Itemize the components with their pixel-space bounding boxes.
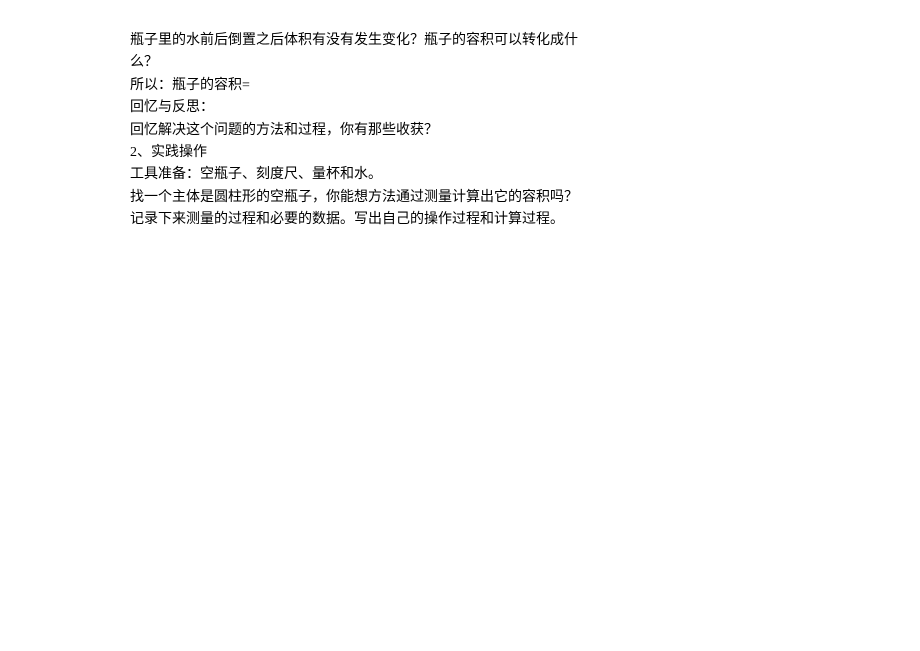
text-line: 记录下来测量的过程和必要的数据。写出自己的操作过程和计算过程。 (130, 209, 650, 231)
text-line: 瓶子里的水前后倒置之后体积有没有发生变化？瓶子的容积可以转化成什 (130, 30, 650, 52)
text-line: 么？ (130, 52, 650, 74)
document-content: 瓶子里的水前后倒置之后体积有没有发生变化？瓶子的容积可以转化成什 么？ 所以：瓶… (130, 30, 650, 232)
text-line: 工具准备：空瓶子、刻度尺、量杯和水。 (130, 164, 650, 186)
text-line: 2、实践操作 (130, 142, 650, 164)
text-line: 回忆解决这个问题的方法和过程，你有那些收获？ (130, 120, 650, 142)
text-line: 回忆与反思： (130, 97, 650, 119)
text-line: 找一个主体是圆柱形的空瓶子，你能想方法通过测量计算出它的容积吗？ (130, 187, 650, 209)
text-line: 所以：瓶子的容积= (130, 75, 650, 97)
